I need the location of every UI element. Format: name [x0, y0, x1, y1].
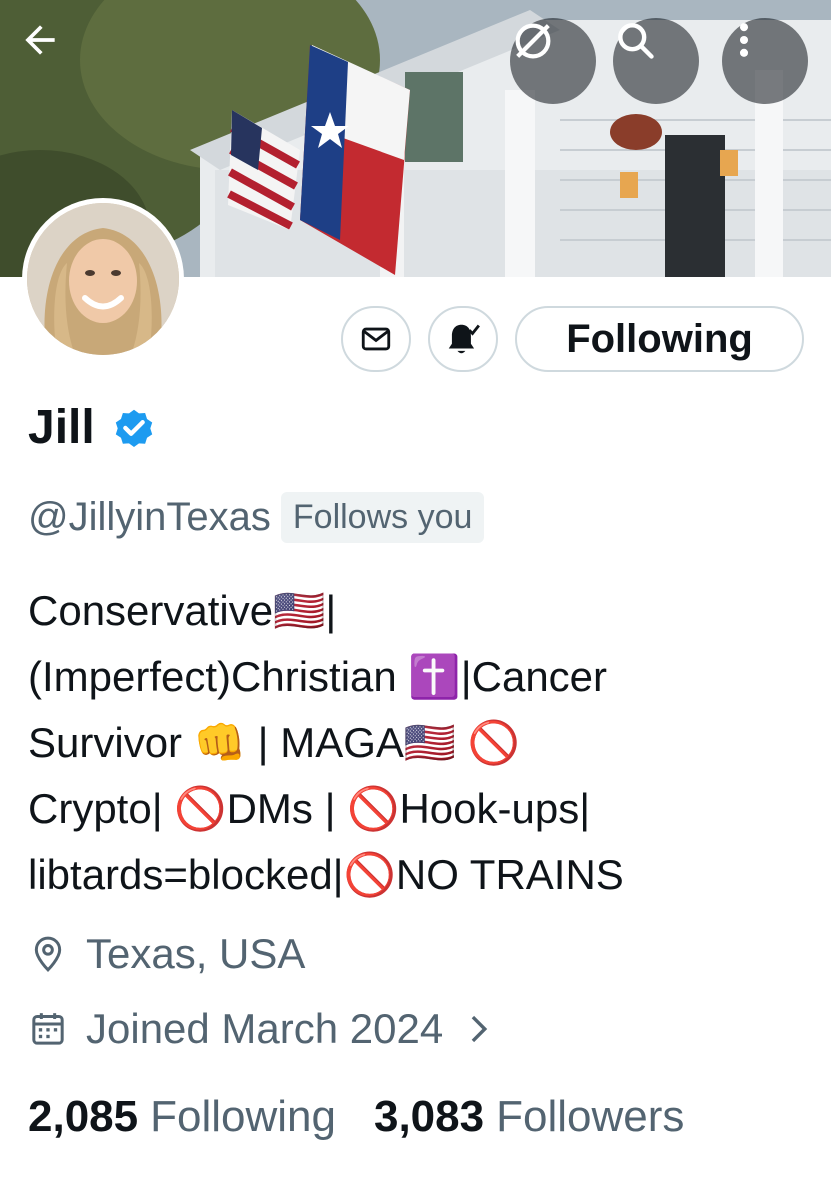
handle-row: @JillyinTexas Follows you	[28, 492, 485, 543]
notifications-button[interactable]	[428, 306, 498, 372]
more-vertical-icon	[739, 23, 749, 57]
location-text: Texas, USA	[86, 930, 306, 977]
back-arrow-icon	[25, 25, 55, 55]
profile-bio: Conservative🇺🇸| (Imperfect)Christian ✝️|…	[28, 587, 624, 898]
message-button[interactable]	[341, 306, 411, 372]
avatar-image	[27, 203, 179, 355]
followers-label: Followers	[496, 1092, 685, 1141]
following-stat[interactable]: 2,085 Following	[28, 1092, 336, 1142]
mail-icon	[361, 327, 391, 351]
avatar[interactable]	[22, 198, 184, 360]
display-name: Jill	[28, 401, 95, 454]
search-button[interactable]	[613, 18, 699, 104]
calendar-icon	[32, 1013, 64, 1045]
grok-icon	[515, 23, 551, 59]
followers-count: 3,083	[373, 1092, 485, 1141]
following-count: 2,085	[28, 1092, 139, 1141]
back-button[interactable]	[18, 18, 104, 104]
grok-button[interactable]	[510, 18, 596, 104]
chevron-right-icon	[471, 1015, 488, 1043]
following-label: Following	[150, 1092, 336, 1141]
follows-you-badge: Follows you	[280, 492, 485, 543]
joined-row[interactable]: Joined March 2024	[28, 1005, 509, 1053]
joined-text: Joined March 2024	[86, 1005, 444, 1052]
verified-badge-icon[interactable]	[111, 405, 157, 451]
location-row: Texas, USA	[28, 930, 305, 978]
following-button[interactable]: Following	[515, 306, 804, 372]
username-handle: @JillyinTexas	[28, 495, 271, 539]
more-button[interactable]	[722, 18, 808, 104]
location-pin-icon	[34, 936, 62, 972]
profile-name-row: Jill	[28, 400, 157, 455]
bell-check-icon	[448, 324, 480, 354]
followers-stat[interactable]: 3,083 Followers	[374, 1092, 684, 1142]
follow-stats: 2,085 Following 3,083 Followers	[28, 1092, 684, 1142]
search-icon	[618, 23, 654, 59]
